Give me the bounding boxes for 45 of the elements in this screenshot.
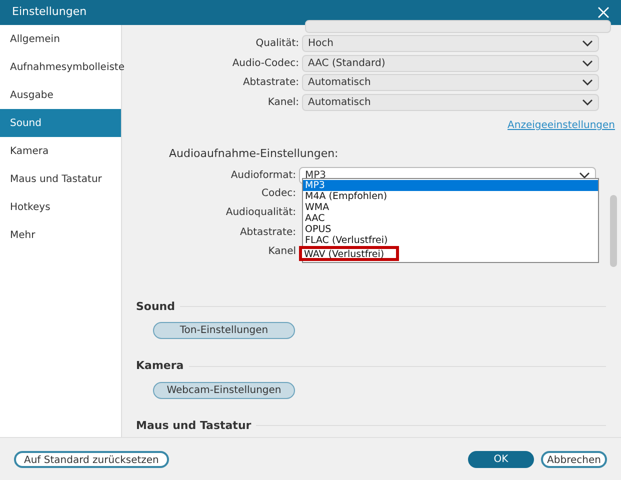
reset-button[interactable]: Auf Standard zurücksetzen — [14, 450, 169, 468]
sidebar-item[interactable]: Hotkeys — [0, 193, 121, 221]
field-label: Qualität: — [254, 37, 300, 52]
dropdown-field[interactable]: Automatisch — [302, 74, 599, 92]
sidebar-item[interactable]: Kamera — [0, 137, 121, 165]
sidebar-item[interactable]: Ausgabe — [0, 81, 121, 109]
field-label: Kanel — [267, 245, 297, 260]
settings-button[interactable]: Webcam-Einstellungen — [153, 382, 295, 398]
section-heading: Maus und Tastatur — [136, 418, 252, 434]
sidebar-item[interactable]: Sound — [0, 109, 121, 137]
section-heading: Audioaufnahme-Einstellungen: — [169, 146, 340, 162]
field-label: Codec: — [260, 186, 297, 201]
dropdown-option[interactable]: M4A (Empfohlen) — [303, 191, 598, 202]
chevron-down-icon — [582, 98, 593, 106]
sidebar-item[interactable]: Mehr — [0, 221, 121, 249]
section-heading: Sound — [136, 298, 176, 314]
dropdown-option[interactable]: AAC — [303, 213, 598, 224]
chevron-down-icon — [582, 60, 593, 67]
field-label: Audio-Codec: — [231, 56, 300, 71]
input-field[interactable] — [305, 20, 611, 33]
chevron-down-icon — [582, 79, 593, 86]
chevron-down-icon — [582, 40, 593, 48]
field-label: Kanel: — [266, 96, 300, 110]
close-icon[interactable] — [598, 7, 609, 18]
scrollbar-thumb[interactable] — [610, 195, 617, 267]
dropdown-option[interactable]: WMA — [303, 202, 598, 213]
dropdown-option[interactable]: FLAC (Verlustfrei) — [303, 235, 598, 246]
field-label: Abtastrate: — [238, 226, 297, 240]
ok-button[interactable]: OK — [468, 450, 534, 468]
section-heading: Kamera — [136, 358, 184, 374]
dropdown-option[interactable]: MP3 — [303, 180, 598, 191]
sidebar-item[interactable]: Maus und Tastatur — [0, 165, 121, 193]
dropdown-field[interactable]: Automatisch — [302, 94, 599, 111]
chevron-down-icon — [579, 172, 590, 178]
dropdown-field[interactable]: Hoch — [302, 35, 599, 52]
settings-button[interactable]: Ton-Einstellungen — [153, 322, 295, 339]
sidebar-item[interactable]: Allgemein — [0, 25, 121, 53]
dropdown-option[interactable]: WAV (Verlustfrei) — [299, 246, 400, 261]
field-label: Audioformat: — [230, 168, 297, 182]
dropdown-field[interactable]: AAC (Standard) — [302, 54, 599, 72]
dropdown-option[interactable]: OPUS — [303, 224, 598, 235]
field-label: Audioqualität: — [224, 206, 297, 220]
window-title: Einstellungen — [12, 4, 87, 20]
field-label: Abtastrate: — [242, 76, 300, 90]
cancel-button[interactable]: Abbrechen — [541, 450, 607, 468]
